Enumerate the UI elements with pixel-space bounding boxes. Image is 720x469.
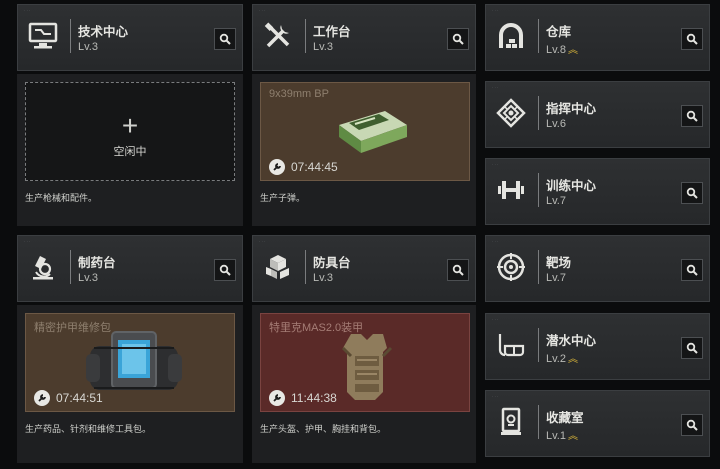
timer-value: 11:44:38 — [291, 391, 337, 405]
timer-value: 07:44:51 — [56, 391, 103, 405]
station-name: 训练中心 — [546, 179, 597, 193]
medstation-production: 精密护甲维修包 07:44:51 生产药品、针剂和维修工具包。 — [17, 305, 243, 463]
body-armor-image — [341, 334, 393, 400]
dumbbell-icon — [494, 173, 528, 207]
range-panel[interactable]: · · · 靶场 Lv.7 — [485, 235, 710, 302]
repair-kit-image — [86, 331, 182, 390]
station-level: Lv.6 — [546, 118, 566, 130]
station-level: Lv.2 ︽ — [546, 353, 578, 365]
display-case-icon — [494, 405, 528, 439]
search-icon[interactable] — [447, 28, 469, 50]
armor-bench-header[interactable]: · · · 防具台 Lv.3 — [252, 235, 476, 302]
station-level: Lv.8 ︽ — [546, 44, 578, 56]
item-name: 9x39mm BP — [269, 88, 329, 100]
tools-icon — [261, 19, 295, 53]
station-name: 制药台 — [78, 256, 116, 270]
diving-mask-icon — [494, 328, 528, 362]
station-level: Lv.3 — [313, 272, 333, 284]
wrench-icon — [269, 159, 285, 175]
station-description: 生产药品、针剂和维修工具包。 — [25, 424, 152, 434]
target-icon — [494, 250, 528, 284]
boxes-icon — [261, 250, 295, 284]
search-icon[interactable] — [681, 28, 703, 50]
wrench-icon — [34, 390, 50, 406]
monitor-icon — [26, 19, 60, 53]
station-description: 生产子弹。 — [260, 193, 306, 203]
station-name: 指挥中心 — [546, 102, 597, 116]
search-icon[interactable] — [214, 259, 236, 281]
search-icon[interactable] — [681, 337, 703, 359]
tech-center-production: + 空闲中 生产枪械和配件。 — [17, 74, 243, 226]
emblem-icon — [494, 96, 528, 130]
dive-center-panel[interactable]: · · · 潜水中心 Lv.2 ︽ — [485, 313, 710, 380]
station-level: Lv.7 — [546, 195, 566, 207]
production-timer: 07:44:51 — [34, 390, 103, 406]
workbench-header[interactable]: · · · 工作台 Lv.3 — [252, 4, 476, 71]
timer-value: 07:44:45 — [291, 160, 338, 174]
station-level: Lv.7 — [546, 272, 566, 284]
empty-production-slot[interactable]: + 空闲中 — [25, 82, 235, 181]
station-level: Lv.3 — [313, 41, 333, 53]
station-name: 潜水中心 — [546, 334, 597, 348]
armor-bench-production: 特里克MAS2.0装甲 11:44:38 生产头盔、护甲、胸挂和背包。 — [252, 305, 476, 463]
wrench-icon — [269, 390, 285, 406]
ammo-box-image — [339, 111, 407, 153]
slot-status: 空闲中 — [113, 146, 147, 158]
plus-icon: + — [121, 110, 139, 141]
search-icon[interactable] — [681, 182, 703, 204]
production-slot[interactable]: 精密护甲维修包 07:44:51 — [25, 313, 235, 412]
production-timer: 11:44:38 — [269, 390, 337, 406]
upgrade-available-icon: ︽ — [567, 45, 578, 56]
search-icon[interactable] — [447, 259, 469, 281]
station-level: Lv.3 — [78, 41, 98, 53]
upgrade-available-icon: ︽ — [567, 354, 578, 365]
medstation-header[interactable]: · · · 制药台 Lv.3 — [17, 235, 243, 302]
collection-room-panel[interactable]: · · · 收藏室 Lv.1 ︽ — [485, 390, 710, 457]
station-level: Lv.3 — [78, 272, 98, 284]
production-slot[interactable]: 9x39mm BP 07:44:45 — [260, 82, 470, 181]
search-icon[interactable] — [681, 414, 703, 436]
microscope-icon — [26, 250, 60, 284]
station-name: 工作台 — [313, 25, 351, 39]
station-name: 防具台 — [313, 256, 351, 270]
station-name: 收藏室 — [546, 411, 584, 425]
station-level: Lv.1 ︽ — [546, 430, 578, 442]
warehouse-icon — [494, 19, 528, 53]
production-slot[interactable]: 特里克MAS2.0装甲 11:44:38 — [260, 313, 470, 412]
tech-center-header[interactable]: · · · 技术中心 Lv.3 — [17, 4, 243, 71]
upgrade-available-icon: ︽ — [567, 431, 578, 442]
storage-panel[interactable]: · · · 仓库 Lv.8 ︽ — [485, 4, 710, 71]
command-center-panel[interactable]: · · · 指挥中心 Lv.6 — [485, 81, 710, 148]
station-description: 生产枪械和配件。 — [25, 193, 98, 203]
training-center-panel[interactable]: · · · 训练中心 Lv.7 — [485, 158, 710, 225]
station-name: 靶场 — [546, 256, 572, 270]
search-icon[interactable] — [681, 105, 703, 127]
production-timer: 07:44:45 — [269, 159, 338, 175]
search-icon[interactable] — [214, 28, 236, 50]
station-description: 生产头盔、护甲、胸挂和背包。 — [260, 424, 387, 434]
workbench-production: 9x39mm BP 07:44:45 生产子弹。 — [252, 74, 476, 226]
station-name: 仓库 — [546, 25, 572, 39]
search-icon[interactable] — [681, 259, 703, 281]
station-name: 技术中心 — [78, 25, 129, 39]
